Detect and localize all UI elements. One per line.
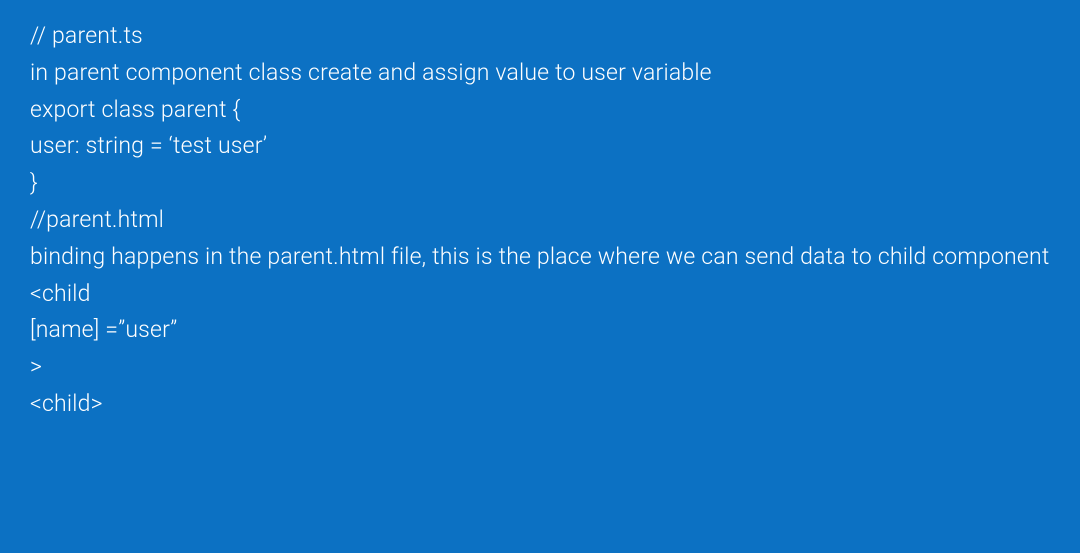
code-line: // parent.ts <box>30 18 1050 55</box>
code-line: <child <box>30 276 1050 313</box>
code-line: } <box>30 165 1050 202</box>
code-line: in parent component class create and ass… <box>30 55 1050 92</box>
code-line: [name] =”user” <box>30 312 1050 349</box>
code-line: binding happens in the parent.html file,… <box>30 239 1050 276</box>
code-snippet-container: // parent.ts in parent component class c… <box>30 18 1050 423</box>
code-line: export class parent { <box>30 92 1050 129</box>
code-line: //parent.html <box>30 202 1050 239</box>
code-line: user: string = ‘test user’ <box>30 128 1050 165</box>
code-line: <child> <box>30 386 1050 423</box>
code-line: > <box>30 349 1050 386</box>
